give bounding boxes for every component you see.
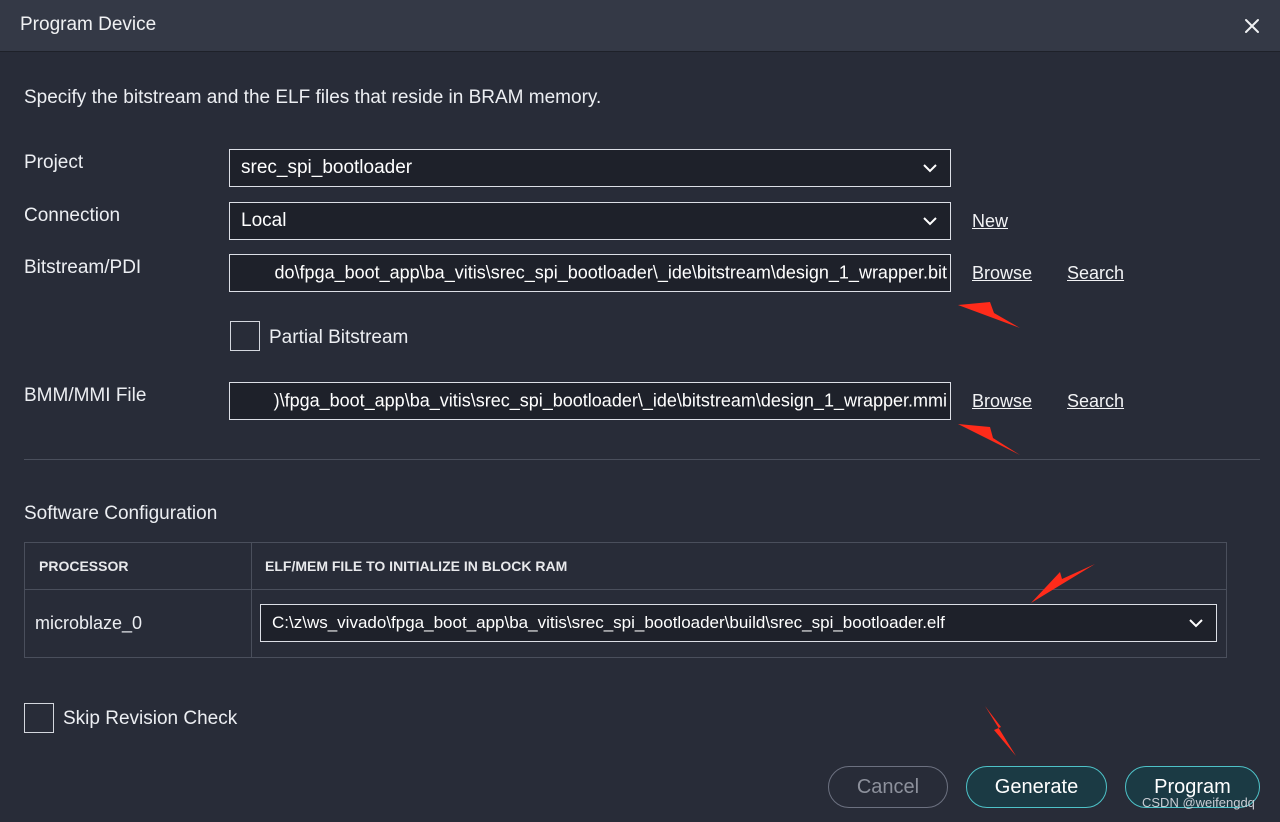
project-label: Project xyxy=(24,152,84,173)
dialog-description: Specify the bitstream and the ELF files … xyxy=(24,87,602,108)
dialog-titlebar: Program Device xyxy=(0,0,1280,52)
bitstream-search-link[interactable]: Search xyxy=(1067,263,1124,284)
bmm-label: BMM/MMI File xyxy=(24,385,147,406)
bmm-search-link[interactable]: Search xyxy=(1067,391,1124,412)
bitstream-value: do\fpga_boot_app\ba_vitis\srec_spi_bootl… xyxy=(274,262,947,283)
software-configuration-title: Software Configuration xyxy=(24,503,218,524)
cancel-button[interactable]: Cancel xyxy=(828,766,948,808)
chevron-down-icon xyxy=(1189,619,1203,628)
elf-file-dropdown[interactable]: C:\z\ws_vivado\fpga_boot_app\ba_vitis\sr… xyxy=(260,604,1217,642)
close-icon xyxy=(1245,19,1259,33)
close-button[interactable] xyxy=(1238,12,1266,40)
processor-cell: microblaze_0 xyxy=(35,613,143,633)
bmm-input[interactable]: )\fpga_boot_app\ba_vitis\srec_spi_bootlo… xyxy=(229,382,951,420)
skip-revision-checkbox[interactable] xyxy=(24,703,54,733)
watermark: CSDN @weifengdq xyxy=(1142,795,1255,810)
partial-bitstream-label: Partial Bitstream xyxy=(269,327,409,348)
project-dropdown[interactable]: srec_spi_bootloader xyxy=(229,149,951,187)
bitstream-browse-link[interactable]: Browse xyxy=(972,263,1032,284)
partial-bitstream-checkbox[interactable] xyxy=(230,321,260,351)
elf-file-value: C:\z\ws_vivado\fpga_boot_app\ba_vitis\sr… xyxy=(272,613,945,632)
bmm-browse-link[interactable]: Browse xyxy=(972,391,1032,412)
table-row-divider xyxy=(25,589,1226,590)
connection-value: Local xyxy=(241,210,287,231)
software-config-table: PROCESSOR ELF/MEM FILE TO INITIALIZE IN … xyxy=(24,542,1227,658)
project-value: srec_spi_bootloader xyxy=(241,157,413,178)
bitstream-input[interactable]: do\fpga_boot_app\ba_vitis\srec_spi_bootl… xyxy=(229,254,951,292)
divider xyxy=(24,459,1260,460)
table-column-divider xyxy=(251,543,252,657)
chevron-down-icon xyxy=(923,217,937,226)
bmm-value: )\fpga_boot_app\ba_vitis\srec_spi_bootlo… xyxy=(273,390,947,411)
chevron-down-icon xyxy=(923,164,937,173)
new-connection-link[interactable]: New xyxy=(972,211,1008,232)
generate-button[interactable]: Generate xyxy=(966,766,1107,808)
connection-label: Connection xyxy=(24,205,121,226)
column-header-processor: PROCESSOR xyxy=(39,558,129,574)
skip-revision-label: Skip Revision Check xyxy=(63,708,238,729)
annotation-arrow-icon xyxy=(958,302,1095,756)
dialog-title: Program Device xyxy=(20,14,157,35)
column-header-elf-file: ELF/MEM FILE TO INITIALIZE IN BLOCK RAM xyxy=(265,558,568,574)
connection-dropdown[interactable]: Local xyxy=(229,202,951,240)
bitstream-label: Bitstream/PDI xyxy=(24,257,142,278)
